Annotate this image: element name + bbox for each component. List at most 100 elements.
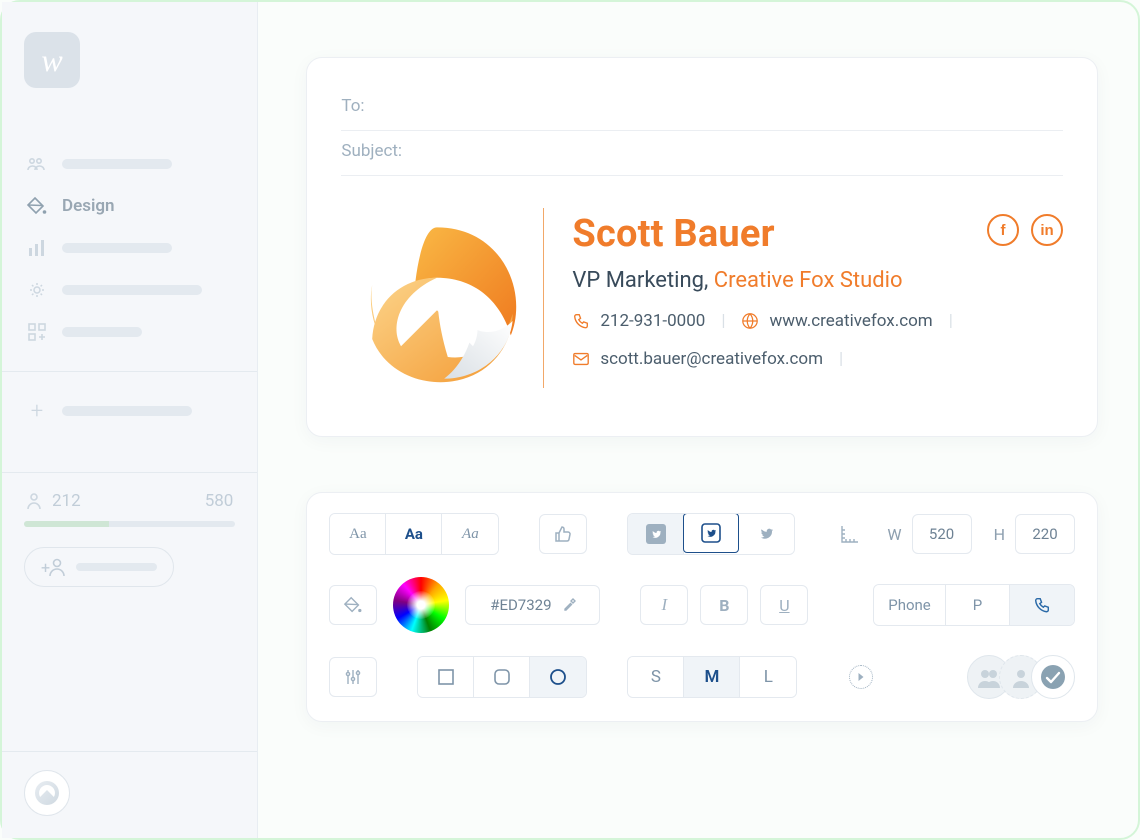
ruler-icon — [835, 514, 865, 554]
width-label: W — [887, 525, 901, 544]
size-small[interactable]: S — [628, 657, 684, 697]
social-style-1[interactable] — [628, 514, 684, 554]
app-logo[interactable]: w — [24, 32, 80, 88]
signature-logo — [341, 208, 533, 398]
shape-circle[interactable] — [530, 657, 586, 697]
nav-placeholder — [62, 285, 202, 295]
social-icon-style-selector — [627, 513, 795, 555]
color-hex-input[interactable]: #ED7329 — [465, 585, 600, 625]
phone-letter-option[interactable]: P — [946, 585, 1010, 625]
underline-button[interactable]: U — [760, 585, 808, 625]
placeholder — [76, 563, 157, 571]
linkedin-icon[interactable]: in — [1031, 214, 1063, 246]
paint-bucket-icon — [26, 195, 48, 217]
signature-title: VP Marketing, Creative Fox Studio — [572, 268, 1063, 293]
square-icon — [437, 668, 455, 686]
font-family-selector: Aa Aa Aa — [329, 513, 499, 555]
fill-color-button[interactable] — [329, 585, 377, 625]
nav-item-design[interactable]: Design — [24, 185, 235, 227]
eyedropper-icon — [562, 598, 576, 612]
size-selector: S M L — [627, 656, 797, 698]
plus-icon: + — [26, 400, 48, 422]
count-current: 212 — [52, 491, 81, 511]
phone-icon — [1033, 596, 1051, 614]
main: To: Subject: — [258, 2, 1138, 838]
phone-text-option[interactable]: Phone — [874, 585, 946, 625]
nav-item-add[interactable]: + — [24, 390, 235, 432]
twitter-icon — [756, 524, 776, 544]
globe-icon — [741, 312, 759, 330]
bold-button[interactable]: B — [700, 585, 748, 625]
font-option-script[interactable]: Aa — [442, 514, 498, 554]
design-toolbar: Aa Aa Aa — [306, 492, 1098, 722]
sidebar-footer-avatar[interactable] — [24, 770, 70, 816]
nav-item-analytics[interactable] — [24, 227, 235, 269]
signature-company: Creative Fox Studio — [714, 268, 903, 293]
signature-preview-card: To: Subject: — [306, 57, 1098, 437]
nav-placeholder — [62, 327, 142, 337]
add-user-button[interactable]: + — [24, 547, 174, 587]
twitter-icon — [646, 524, 666, 544]
size-medium[interactable]: M — [684, 657, 740, 697]
social-style-3[interactable] — [738, 514, 794, 554]
phone-icon — [572, 312, 590, 330]
app-logo-letter: w — [41, 42, 62, 79]
subject-field[interactable]: Subject: — [341, 131, 1063, 176]
shape-selector — [417, 656, 587, 698]
paint-bucket-icon — [343, 595, 363, 615]
font-option-serif[interactable]: Aa — [330, 514, 386, 554]
playhead-icon — [849, 665, 873, 689]
width-control: W 520 — [887, 514, 971, 554]
signature-phone: 212-931-0000 — [572, 311, 705, 331]
envelope-icon — [572, 350, 590, 368]
users-count: 212 580 — [24, 491, 235, 511]
avatar-active — [1031, 655, 1075, 699]
to-field[interactable]: To: — [341, 86, 1063, 131]
count-max: 580 — [205, 491, 234, 511]
shape-square[interactable] — [418, 657, 474, 697]
color-wheel[interactable] — [393, 577, 449, 633]
nav-item-settings[interactable] — [24, 269, 235, 311]
phone-icon-option[interactable] — [1010, 585, 1074, 625]
avatar-stack[interactable] — [967, 655, 1075, 699]
thumbs-up-icon — [553, 524, 573, 544]
nav-placeholder — [62, 406, 192, 416]
signature-email: scott.bauer@creativefox.com — [572, 349, 823, 369]
nav-placeholder — [62, 159, 172, 169]
height-label: H — [994, 525, 1005, 544]
nav-label: Design — [62, 196, 115, 216]
signature-info: f in Scott Bauer VP Marketing, Creative … — [572, 208, 1063, 369]
social-style-2[interactable] — [683, 513, 739, 553]
shape-rounded[interactable] — [474, 657, 530, 697]
sidebar: w Design + — [2, 2, 258, 838]
user-plus-icon: + — [41, 557, 66, 577]
circle-icon — [549, 668, 567, 686]
facebook-icon[interactable]: f — [987, 214, 1019, 246]
signature-website: www.creativefox.com — [741, 311, 932, 331]
users-progress — [24, 521, 235, 527]
size-large[interactable]: L — [740, 657, 796, 697]
sparkle-icon — [26, 279, 48, 301]
subject-label: Subject: — [341, 141, 402, 161]
phone-display-selector: Phone P — [873, 584, 1075, 626]
to-label: To: — [341, 96, 364, 116]
grid-plus-icon — [26, 321, 48, 343]
font-option-sans[interactable]: Aa — [386, 514, 442, 554]
rounded-square-icon — [493, 668, 511, 686]
twitter-icon — [701, 523, 721, 543]
sliders-button[interactable] — [329, 657, 377, 697]
signature-divider — [543, 208, 544, 388]
sliders-icon — [344, 668, 362, 686]
playhead-button[interactable] — [837, 657, 885, 697]
people-icon — [26, 153, 48, 175]
italic-button[interactable]: I — [640, 585, 688, 625]
nav-item-grid[interactable] — [24, 311, 235, 353]
user-icon — [26, 492, 42, 510]
like-button[interactable] — [539, 514, 587, 554]
height-control: H 220 — [994, 514, 1075, 554]
chart-icon — [26, 237, 48, 259]
width-input[interactable]: 520 — [912, 514, 972, 554]
nav-item-people[interactable] — [24, 143, 235, 185]
nav-placeholder — [62, 243, 172, 253]
height-input[interactable]: 220 — [1015, 514, 1075, 554]
